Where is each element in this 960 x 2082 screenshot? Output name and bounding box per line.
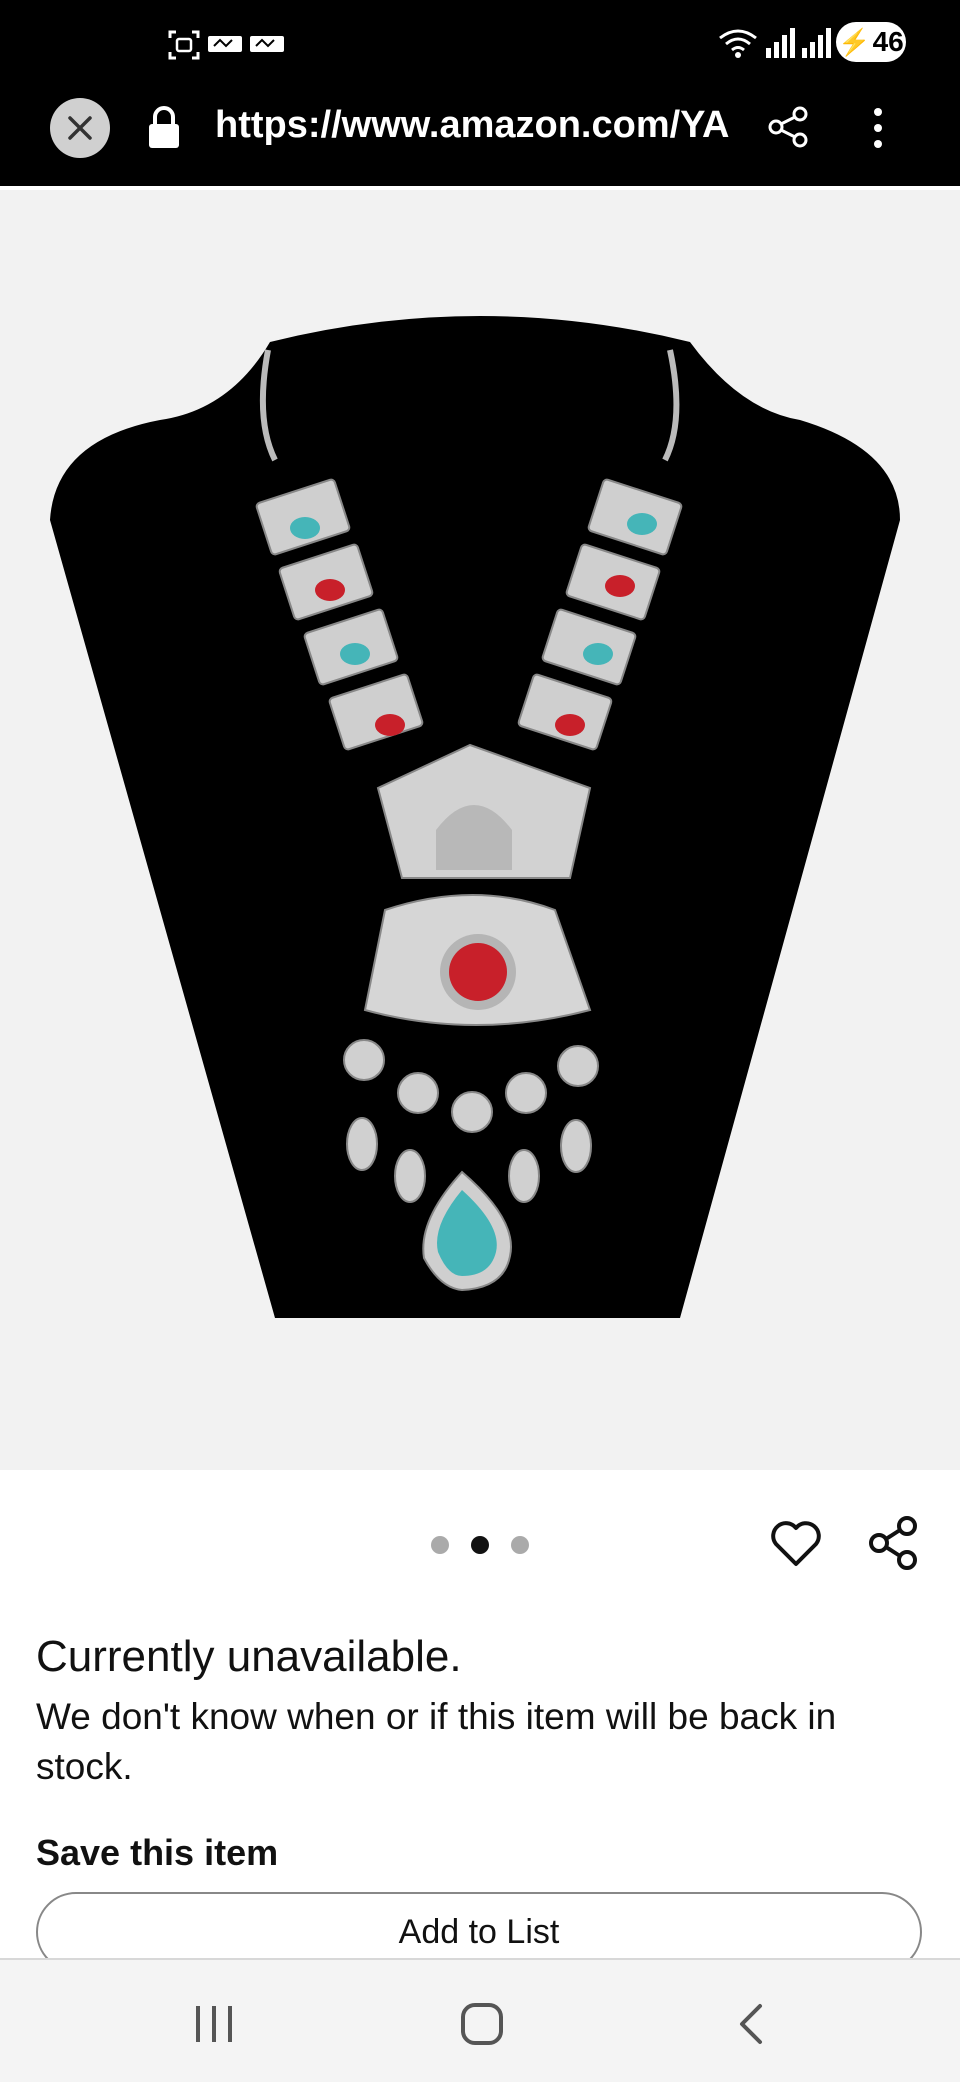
carousel-dot-3[interactable] (511, 1536, 529, 1554)
recent-apps-icon[interactable] (192, 2004, 236, 2044)
back-icon[interactable] (734, 2002, 768, 2046)
necklace-icon[interactable] (0, 190, 960, 1470)
save-item-heading: Save this item (36, 1832, 279, 1873)
url-field[interactable]: https://www.amazon.com/YA (215, 104, 735, 147)
availability-text: We don't know when or if this item will … (36, 1696, 837, 1787)
home-icon[interactable] (460, 2002, 504, 2046)
battery-indicator: ⚡ 46 (836, 22, 906, 62)
carousel-dot-2-active[interactable] (471, 1536, 489, 1554)
screenshot-icon (168, 30, 200, 60)
signal-icon (766, 28, 795, 58)
availability-title: Currently unavailable. (36, 1632, 462, 1681)
wifi-icon (719, 29, 757, 58)
signal-icon (802, 28, 831, 58)
close-tab-button[interactable] (50, 98, 110, 158)
carousel-dot-1[interactable] (431, 1536, 449, 1554)
heart-icon[interactable] (768, 1516, 824, 1572)
share-icon[interactable] (866, 1514, 922, 1572)
notification-icon (208, 36, 284, 52)
status-time: 17:13 (66, 20, 153, 58)
battery-charging-icon: ⚡ (838, 26, 871, 57)
more-vert-icon[interactable] (866, 104, 890, 152)
lock-icon (149, 106, 179, 148)
share-icon[interactable] (766, 104, 812, 150)
close-icon (68, 116, 92, 140)
battery-level: 46 (872, 26, 904, 57)
